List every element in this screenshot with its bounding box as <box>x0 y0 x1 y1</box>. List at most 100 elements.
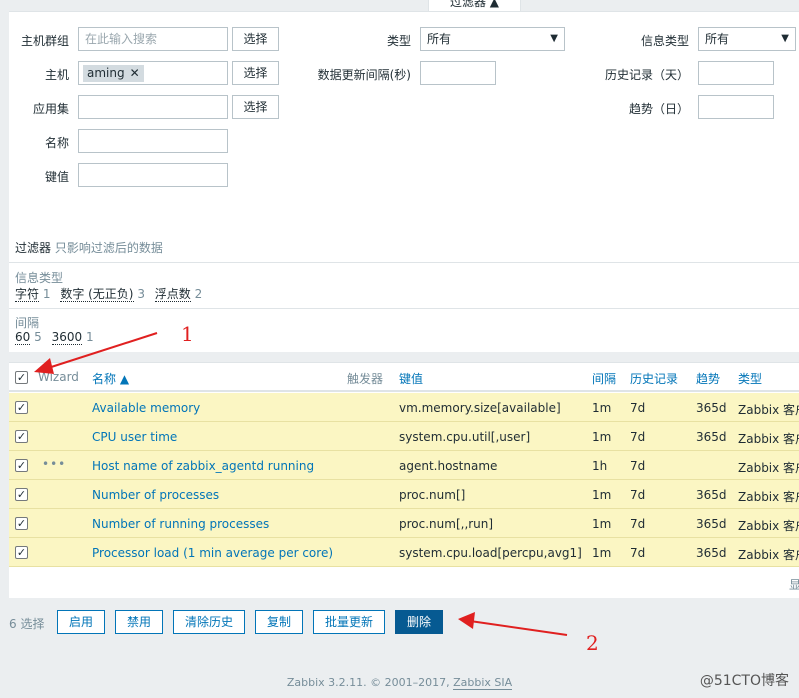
item-interval: 1m <box>592 401 612 415</box>
row-checkbox[interactable]: ✓ <box>15 488 28 501</box>
interval-count: 5 <box>34 330 42 344</box>
delete-button[interactable]: 删除 <box>395 610 443 634</box>
info-type-select[interactable]: 所有 ▼ <box>698 27 796 51</box>
column-name[interactable]: 名称 ▲ <box>92 370 129 387</box>
type-label: 类型 <box>386 34 411 48</box>
history-label: 历史记录（天） <box>604 68 689 82</box>
remove-tag-icon[interactable]: ✕ <box>130 66 140 80</box>
item-trends: 365d <box>696 546 727 560</box>
item-name-link[interactable]: Host name of zabbix_agentd running <box>92 459 314 473</box>
column-wizard: Wizard <box>38 370 79 384</box>
item-name-link[interactable]: Number of running processes <box>92 517 269 531</box>
dropdown-arrow-icon: ▼ <box>550 33 558 44</box>
item-interval: 1m <box>592 430 612 444</box>
item-history: 7d <box>630 430 646 444</box>
item-type: Zabbix 客户 <box>738 490 799 504</box>
table-row[interactable]: ✓ Number of running processes proc.num[,… <box>9 509 799 538</box>
info-type-label: 信息类型 <box>640 34 689 48</box>
info-type-summary: 信息类型 字符 1 数字 (无正负) 3 浮点数 2 <box>9 262 799 308</box>
summary-subtitle: 只影响过滤后的数据 <box>54 241 163 255</box>
item-trends: 365d <box>696 488 727 502</box>
row-checkbox[interactable]: ✓ <box>15 517 28 530</box>
name-input[interactable] <box>78 129 228 153</box>
type-select-value: 所有 <box>427 32 452 46</box>
info-type-summary-label: 信息类型 <box>15 271 64 285</box>
item-history: 7d <box>630 459 646 473</box>
item-name-link[interactable]: Processor load (1 min average per core) <box>92 546 333 560</box>
row-checkbox[interactable]: ✓ <box>15 546 28 559</box>
table-row[interactable]: ✓ ••• Host name of zabbix_agentd running… <box>9 451 799 480</box>
key-input[interactable] <box>78 163 228 187</box>
enable-button[interactable]: 启用 <box>57 610 105 634</box>
item-name-link[interactable]: CPU user time <box>92 430 177 444</box>
host-group-select-button[interactable]: 选择 <box>232 27 279 51</box>
disable-button[interactable]: 禁用 <box>115 610 163 634</box>
row-checkbox[interactable]: ✓ <box>15 401 28 414</box>
clear-history-button[interactable]: 清除历史 <box>173 610 245 634</box>
info-type-link[interactable]: 数字 (无正负) <box>60 287 134 302</box>
info-type-link[interactable]: 浮点数 <box>154 287 191 302</box>
table-row[interactable]: ✓ Processor load (1 min average per core… <box>9 538 799 567</box>
filter-tab-label: 过滤器 ▲ <box>449 0 500 9</box>
interval-link[interactable]: 60 <box>15 330 31 345</box>
column-type[interactable]: 类型 <box>738 370 762 387</box>
item-key: agent.hostname <box>399 459 498 473</box>
dropdown-arrow-icon: ▼ <box>781 33 789 44</box>
trends-label: 趋势（日） <box>628 102 689 116</box>
column-history[interactable]: 历史记录 <box>630 370 678 387</box>
table-row[interactable]: ✓ CPU user time system.cpu.util[,user] 1… <box>9 422 799 451</box>
name-label: 名称 <box>44 136 69 150</box>
row-checkbox[interactable]: ✓ <box>15 459 28 472</box>
interval-summary-row: 60 5 3600 1 <box>15 330 100 345</box>
column-trends[interactable]: 趋势 <box>696 370 720 387</box>
history-input[interactable] <box>698 61 774 85</box>
item-type: Zabbix 客户 <box>738 548 799 562</box>
info-type-link[interactable]: 字符 <box>15 287 40 302</box>
select-all-checkbox[interactable]: ✓ <box>15 371 28 384</box>
info-type-count: 1 <box>42 287 51 301</box>
host-tag: aming ✕ <box>83 65 144 82</box>
item-name-link[interactable]: Number of processes <box>92 488 219 502</box>
item-interval: 1m <box>592 517 612 531</box>
copy-button[interactable]: 复制 <box>255 610 303 634</box>
table-row[interactable]: ✓ Number of processes proc.num[] 1m 7d 3… <box>9 480 799 509</box>
info-type-count: 3 <box>137 287 145 301</box>
update-interval-input[interactable] <box>420 61 496 85</box>
filter-panel: 主机群组 在此输入搜索 选择 主机 aming ✕ 选择 应用集 选择 名称 键值… <box>9 11 799 199</box>
host-select-button[interactable]: 选择 <box>232 61 279 85</box>
host-group-input[interactable]: 在此输入搜索 <box>78 27 228 51</box>
item-history: 7d <box>630 546 646 560</box>
watermark: @51CTO博客 <box>699 673 789 689</box>
host-input[interactable]: aming ✕ <box>78 61 228 85</box>
filter-summary-title-area: 过滤器 只影响过滤后的数据 <box>9 199 799 262</box>
column-key[interactable]: 键值 <box>399 370 423 387</box>
wizard-menu-icon[interactable]: ••• <box>42 457 66 471</box>
key-label: 键值 <box>44 170 69 184</box>
item-history: 7d <box>630 488 646 502</box>
filter-summary-title: 过滤器 只影响过滤后的数据 <box>15 239 163 256</box>
interval-link[interactable]: 3600 <box>51 330 83 345</box>
table-header: ✓ Wizard 名称 ▲ 触发器 键值 间隔 历史记录 趋势 类型 <box>9 363 799 392</box>
copyright: Zabbix 3.2.11. © 2001–2017, Zabbix SIA <box>0 676 799 690</box>
item-name-link[interactable]: Available memory <box>92 401 200 415</box>
item-key: proc.num[] <box>399 488 466 502</box>
company-link[interactable]: Zabbix SIA <box>453 676 513 690</box>
column-interval[interactable]: 间隔 <box>592 370 616 387</box>
column-triggers: 触发器 <box>347 372 384 386</box>
item-key: system.cpu.load[percpu,avg1] <box>399 546 582 560</box>
application-select-button[interactable]: 选择 <box>232 95 279 119</box>
trends-input[interactable] <box>698 95 774 119</box>
mass-update-button[interactable]: 批量更新 <box>313 610 385 634</box>
type-select[interactable]: 所有 ▼ <box>420 27 565 51</box>
item-trends: 365d <box>696 517 727 531</box>
item-key: system.cpu.util[,user] <box>399 430 531 444</box>
item-interval: 1h <box>592 459 608 473</box>
item-interval: 1m <box>592 546 612 560</box>
table-row[interactable]: ✓ Available memory vm.memory.size[availa… <box>9 393 799 422</box>
annotation-number-2: 2 <box>586 631 599 655</box>
item-type: Zabbix 客户 <box>738 403 799 417</box>
items-table: ✓ Wizard 名称 ▲ 触发器 键值 间隔 历史记录 趋势 类型 ✓ Ava… <box>9 362 799 598</box>
application-input[interactable] <box>78 95 228 119</box>
host-label: 主机 <box>44 68 69 82</box>
row-checkbox[interactable]: ✓ <box>15 430 28 443</box>
